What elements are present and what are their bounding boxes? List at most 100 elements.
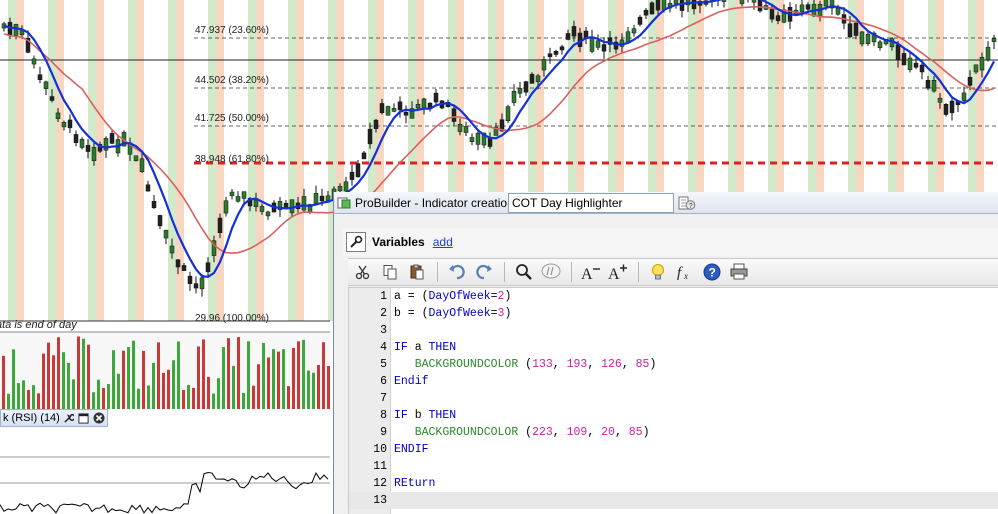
code-line[interactable]: 8 IF b THEN xyxy=(349,407,998,424)
volume-bar xyxy=(107,384,110,409)
font-increase-icon[interactable]: A xyxy=(605,260,631,284)
code-token: , xyxy=(552,426,567,439)
add-variable-link[interactable]: add xyxy=(433,235,453,249)
code-text: IF b THEN xyxy=(394,407,456,424)
volume-bar xyxy=(297,341,300,409)
code-line[interactable]: 7 xyxy=(349,390,998,407)
candle-body xyxy=(301,196,307,211)
code-token: Endif xyxy=(394,375,429,388)
wrench-icon[interactable] xyxy=(63,412,75,424)
variables-wrench-icon[interactable] xyxy=(346,232,366,252)
redo-icon[interactable] xyxy=(471,260,497,284)
font-decrease-icon[interactable]: A xyxy=(578,260,604,284)
code-editor[interactable]: 1 a = (DayOfWeek=2) 2 b = (DayOfWeek=3) 3 4 IF… xyxy=(348,287,998,514)
indicator-name-input[interactable] xyxy=(508,193,674,213)
candle-body xyxy=(487,137,493,147)
candle-body xyxy=(589,36,595,52)
code-line[interactable]: 2 b = (DayOfWeek=3) xyxy=(349,305,998,322)
comment-icon[interactable] xyxy=(538,260,564,284)
volume-bar xyxy=(242,392,245,409)
candle-body xyxy=(61,122,67,128)
svg-text:f: f xyxy=(677,265,683,281)
volume-bar xyxy=(37,393,40,409)
code-token: ) xyxy=(504,307,512,320)
code-token: , xyxy=(552,358,567,371)
trading-platform-screen: 47.937 (23.60%) 44.502 (38.20%) 41.725 (50… xyxy=(0,0,998,514)
code-line[interactable]: 4 IF a THEN xyxy=(349,339,998,356)
candle-body xyxy=(655,0,661,11)
code-token: 223 xyxy=(532,426,553,439)
candle-body xyxy=(535,75,541,83)
code-line[interactable]: 9 BACKGROUNDCOLOR (223, 109, 20, 85) xyxy=(349,424,998,441)
candle-body xyxy=(433,92,439,103)
volume-bar xyxy=(192,387,195,409)
volume-bar xyxy=(202,339,205,409)
candle-body xyxy=(193,283,199,289)
volume-bar xyxy=(82,338,85,409)
line-number: 10 xyxy=(373,443,387,456)
candle-body xyxy=(853,22,859,36)
code-line[interactable]: 5 BACKGROUNDCOLOR (133, 193, 126, 85) xyxy=(349,356,998,373)
candle-body xyxy=(595,40,601,48)
candle-body xyxy=(199,277,205,290)
volume-bar xyxy=(162,372,165,409)
code-token: ) xyxy=(504,290,512,303)
candle-body xyxy=(739,0,745,4)
line-number: 4 xyxy=(380,341,387,354)
line-number: 2 xyxy=(380,307,387,320)
variables-bar: Variables add xyxy=(342,228,998,256)
volume-bar xyxy=(2,355,5,409)
candle-body xyxy=(757,0,763,12)
candle-body xyxy=(919,64,925,73)
candle-body xyxy=(937,97,943,103)
undo-icon[interactable] xyxy=(444,260,470,284)
function-icon[interactable]: fx xyxy=(672,260,698,284)
window-title: ProBuilder - Indicator creation xyxy=(355,195,514,210)
cut-icon[interactable] xyxy=(350,260,376,284)
paste-icon[interactable] xyxy=(404,260,430,284)
candle-body xyxy=(157,215,163,227)
lightbulb-icon[interactable] xyxy=(645,260,671,284)
candle-body xyxy=(49,96,55,101)
print-icon[interactable] xyxy=(726,260,752,284)
search-icon[interactable] xyxy=(511,260,537,284)
help-icon[interactable]: ? xyxy=(699,260,725,284)
code-line[interactable]: 1 a = (DayOfWeek=2) xyxy=(349,288,998,305)
candle-body xyxy=(85,145,91,152)
code-line[interactable]: 6 Endif xyxy=(349,373,998,390)
volume-bar xyxy=(232,365,235,409)
close-icon[interactable] xyxy=(93,412,105,424)
candle-body xyxy=(721,0,727,2)
candle-body xyxy=(109,133,115,144)
volume-bar xyxy=(282,349,285,409)
svg-text:A: A xyxy=(608,266,620,281)
code-token: THEN xyxy=(428,341,457,354)
volume-bar xyxy=(47,342,50,409)
candle-body xyxy=(949,100,955,114)
maximize-icon[interactable] xyxy=(78,412,90,424)
code-line[interactable]: 3 xyxy=(349,322,998,339)
code-line[interactable]: 11 xyxy=(349,458,998,475)
volume-bar xyxy=(147,385,150,409)
line-number: 1 xyxy=(380,290,387,303)
fib-level-label: 41.725 (50.00%) xyxy=(195,113,269,124)
code-token: BACKGROUNDCOLOR xyxy=(414,426,519,439)
candle-body xyxy=(169,245,175,254)
code-text: Endif xyxy=(394,373,429,390)
candle-body xyxy=(31,58,37,65)
code-text: b = (DayOfWeek=3) xyxy=(394,305,511,322)
volume-bar xyxy=(52,355,55,409)
code-line[interactable]: 13 xyxy=(349,492,998,509)
code-line[interactable]: 10 ENDIF xyxy=(349,441,998,458)
line-number: 6 xyxy=(380,375,387,388)
volume-bar xyxy=(212,393,215,409)
code-line[interactable]: 12 REturn xyxy=(349,475,998,492)
copy-icon[interactable] xyxy=(377,260,403,284)
candle-body xyxy=(553,51,559,55)
code-token: DayOfWeek xyxy=(428,290,491,303)
candle-body xyxy=(979,56,985,71)
volume-bar xyxy=(187,384,190,409)
name-help-icon[interactable]: ? xyxy=(678,195,696,211)
candle-body xyxy=(511,90,517,103)
candle-body xyxy=(337,186,343,192)
